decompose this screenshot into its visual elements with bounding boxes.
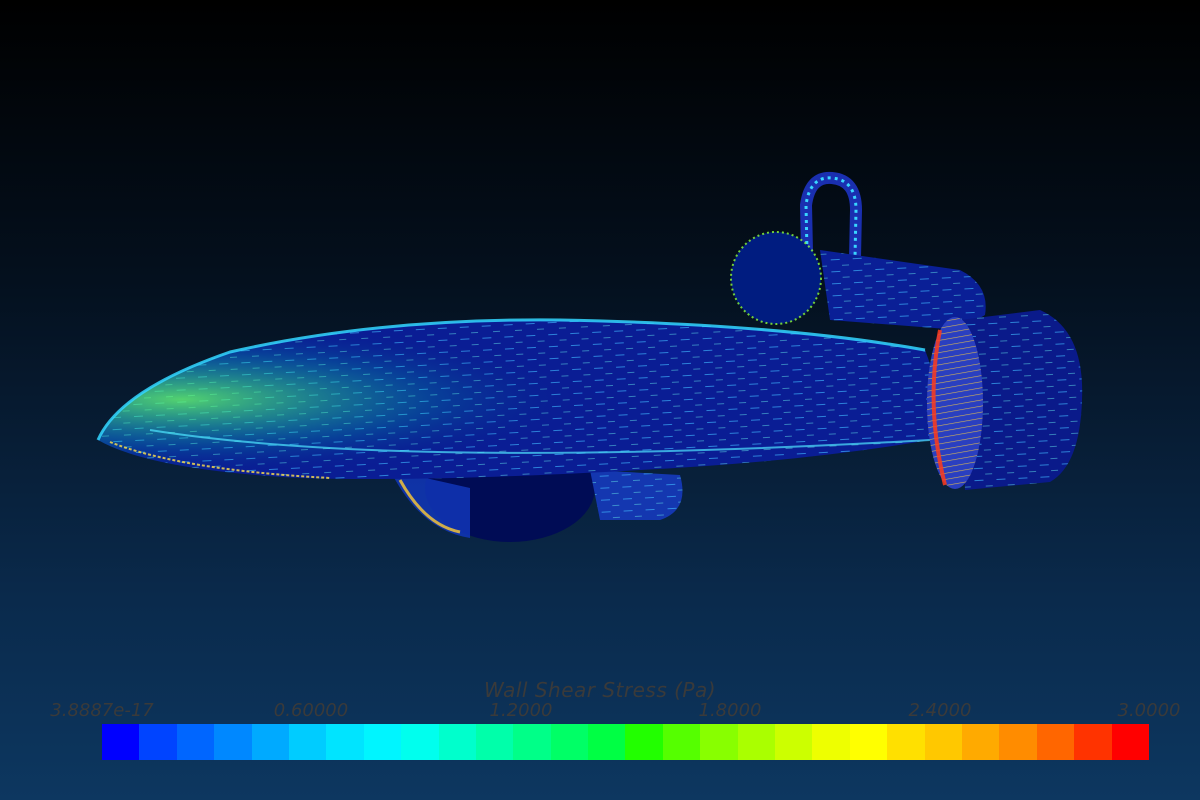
rear-wheel bbox=[927, 310, 1083, 490]
main-body bbox=[96, 318, 937, 479]
cfd-viewport[interactable] bbox=[0, 0, 1200, 800]
side-skirt bbox=[590, 470, 683, 520]
driver-helmet bbox=[730, 231, 822, 325]
rear-engine-cover bbox=[820, 250, 986, 330]
